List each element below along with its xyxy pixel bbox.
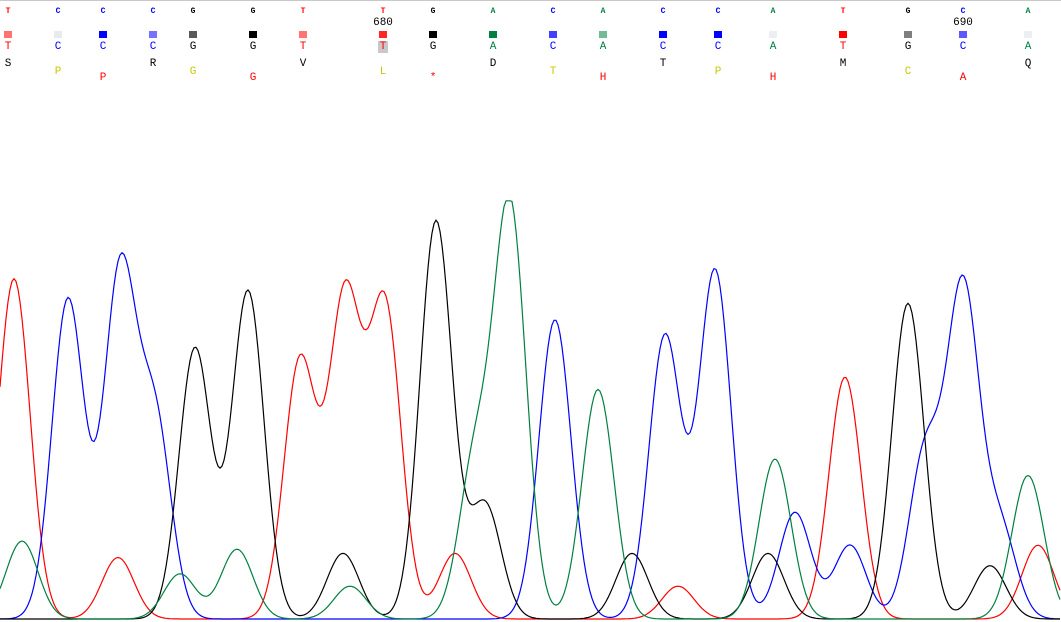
trace-g — [0, 219, 1060, 620]
chromatogram-viewer: TCCCGGTTGACACCATGCA 680 690 TCCCGGTTGACAC… — [0, 0, 1061, 622]
trace-plot — [0, 200, 1061, 620]
